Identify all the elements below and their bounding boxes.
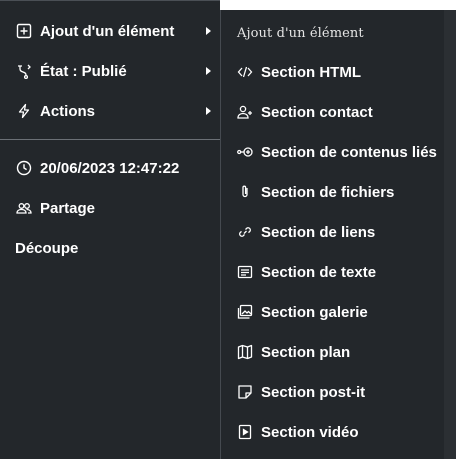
code-icon <box>236 63 254 81</box>
submenu-item-label: Section de contenus liés <box>261 143 437 161</box>
chevron-right-icon <box>206 27 211 35</box>
user-plus-icon <box>236 103 254 121</box>
submenu-item-label: Section galerie <box>261 303 368 321</box>
menu-item-actions[interactable]: Actions <box>0 91 220 131</box>
menu-item-label: Découpe <box>15 239 79 257</box>
menu-item-cut[interactable]: Découpe <box>0 228 220 268</box>
submenu-item-label: Section contact <box>261 103 373 121</box>
menu-item-label: Actions <box>40 102 96 120</box>
submenu-item-files[interactable]: Section de fichiers <box>221 172 445 212</box>
scrollbar[interactable] <box>444 10 456 459</box>
submenu-item-label: Section HTML <box>261 63 361 81</box>
workflow-icon <box>15 62 33 80</box>
menu-item-label: Ajout d'un élément <box>40 22 175 40</box>
video-icon <box>236 423 254 441</box>
menu-divider <box>0 139 220 140</box>
clock-icon <box>15 159 33 177</box>
submenu-item-label: Section de texte <box>261 263 377 281</box>
menu-item-label: Partage <box>40 199 96 217</box>
submenu-item-links[interactable]: Section de liens <box>221 212 445 252</box>
map-icon <box>236 343 254 361</box>
submenu-item-label: Section de liens <box>261 223 376 241</box>
menu-item-label: 20/06/2023 12:47:22 <box>40 159 180 177</box>
link-icon <box>236 223 254 241</box>
gallery-icon <box>236 303 254 321</box>
submenu-item-label: Section de fichiers <box>261 183 395 201</box>
context-menu: Ajout d'un élément État : Publié Actions… <box>0 0 220 459</box>
menu-item-share[interactable]: Partage <box>0 188 220 228</box>
submenu-item-post-it[interactable]: Section post-it <box>221 372 445 412</box>
submenu-item-text[interactable]: Section de texte <box>221 252 445 292</box>
menu-item-add-element[interactable]: Ajout d'un élément <box>0 11 220 51</box>
submenu-title: Ajout d'un élément <box>237 26 364 41</box>
submenu-item-linked-content[interactable]: Section de contenus liés <box>221 132 445 172</box>
paperclip-icon <box>236 183 254 201</box>
submenu-item-map[interactable]: Section plan <box>221 332 445 372</box>
submenu-item-video[interactable]: Section vidéo <box>221 412 445 452</box>
lightning-icon <box>15 102 33 120</box>
menu-item-label: État : Publié <box>40 62 127 80</box>
menu-item-date[interactable]: 20/06/2023 12:47:22 <box>0 148 220 188</box>
menu-item-state[interactable]: État : Publié <box>0 51 220 91</box>
submenu-item-label: Section vidéo <box>261 423 359 441</box>
submenu-item-contact[interactable]: Section contact <box>221 92 445 132</box>
submenu-item-html[interactable]: Section HTML <box>221 52 445 92</box>
submenu-item-label: Section post-it <box>261 383 366 401</box>
users-icon <box>15 199 33 217</box>
submenu-item-gallery[interactable]: Section galerie <box>221 292 445 332</box>
text-icon <box>236 263 254 281</box>
sticky-note-icon <box>236 383 254 401</box>
submenu-item-label: Section plan <box>261 343 351 361</box>
chevron-right-icon <box>206 67 211 75</box>
linked-content-icon <box>236 143 254 161</box>
add-element-submenu: Ajout d'un élément Section HTML Section … <box>220 10 456 459</box>
plus-square-icon <box>15 22 33 40</box>
chevron-right-icon <box>206 107 211 115</box>
